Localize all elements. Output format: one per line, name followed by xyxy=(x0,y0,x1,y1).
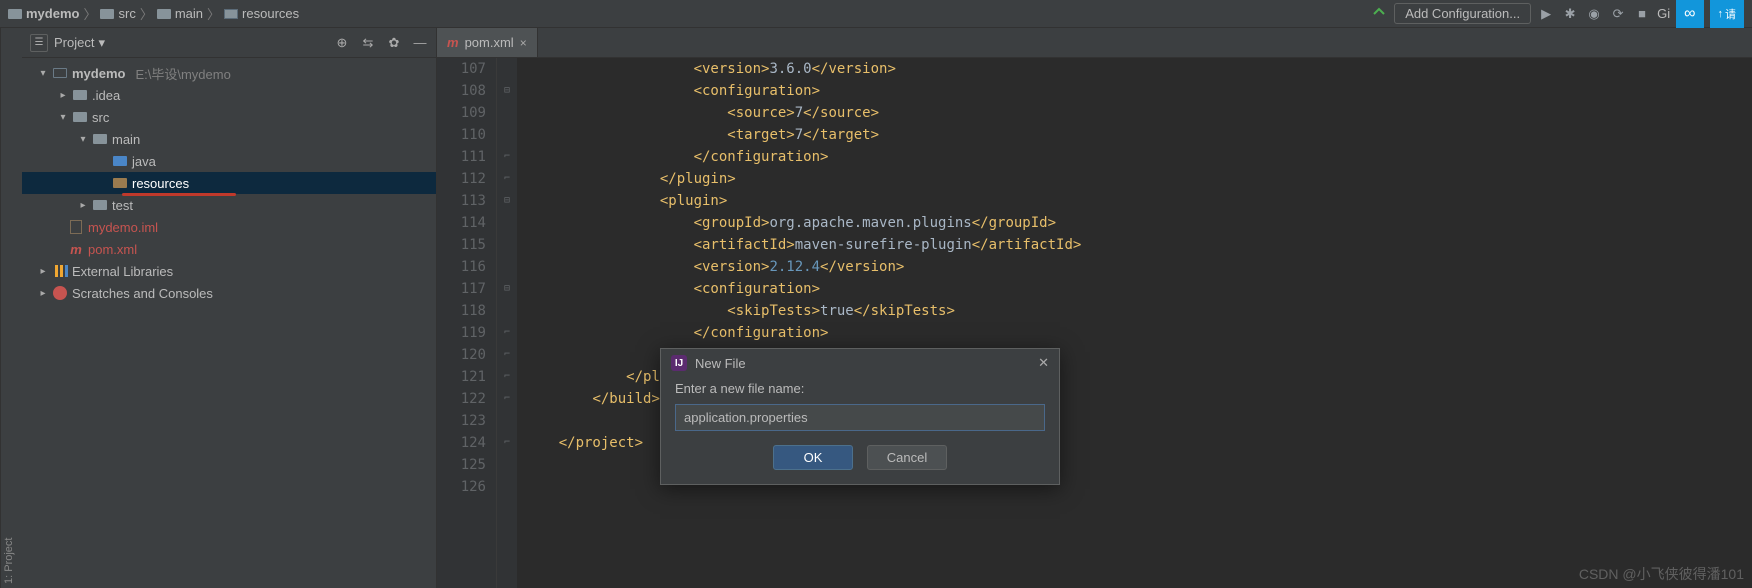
chevron-right-icon[interactable]: ▸ xyxy=(78,200,88,211)
fold-gutter: ⊟⌐⌐⊟⊟⌐⌐⌐⌐⌐ xyxy=(497,58,517,588)
iml-file-icon xyxy=(70,220,82,234)
chevron-right-icon[interactable]: ▸ xyxy=(38,266,48,277)
tree-src[interactable]: ▾ src xyxy=(22,106,436,128)
share-label: ↑ xyxy=(1718,8,1724,20)
share-button[interactable]: ∞ xyxy=(1676,0,1703,29)
tab-label: pom.xml xyxy=(465,35,514,50)
folder-icon xyxy=(73,112,87,122)
dialog-prompt: Enter a new file name: xyxy=(675,381,1045,396)
profile-icon[interactable]: ⟳ xyxy=(1609,5,1627,23)
breadcrumb-src[interactable]: src xyxy=(118,6,135,21)
tree-label: src xyxy=(92,110,109,125)
tree-label: main xyxy=(112,132,140,147)
cancel-button[interactable]: Cancel xyxy=(867,445,947,470)
folder-icon xyxy=(157,9,171,19)
cloud-icon: ∞ xyxy=(1684,5,1695,23)
tree-label: mydemo xyxy=(72,66,125,81)
project-tree[interactable]: ▾ mydemo E:\毕设\mydemo ▸ .idea ▾ src ▾ ma… xyxy=(22,58,436,588)
tree-project-root[interactable]: ▾ mydemo E:\毕设\mydemo xyxy=(22,62,436,84)
coverage-icon[interactable]: ◉ xyxy=(1585,5,1603,23)
tree-iml[interactable]: mydemo.iml xyxy=(22,216,436,238)
source-folder-icon xyxy=(113,156,127,166)
folder-icon xyxy=(73,90,87,100)
chevron-right-icon: 〉 xyxy=(83,4,96,23)
tree-label: java xyxy=(132,154,156,169)
filename-input[interactable] xyxy=(675,404,1045,431)
select-opened-icon[interactable]: ⊕ xyxy=(334,35,350,51)
folder-icon xyxy=(93,134,107,144)
navigation-bar: mydemo 〉 src 〉 main 〉 resources Add Conf… xyxy=(0,0,1752,28)
tree-test[interactable]: ▸ test xyxy=(22,194,436,216)
project-panel-header: ☰ Project ▾ ⊕ ⇆ ✿ — xyxy=(22,28,436,58)
project-tool-tab[interactable]: 1: Project xyxy=(0,28,22,588)
code-content[interactable]: <version>3.6.0</version> <configuration>… xyxy=(517,58,1752,588)
intellij-icon: IJ xyxy=(671,355,687,371)
debug-icon[interactable]: ✱ xyxy=(1561,5,1579,23)
dialog-title: New File xyxy=(695,356,746,371)
chevron-right-icon: 〉 xyxy=(140,4,153,23)
chevron-down-icon[interactable]: ▾ xyxy=(98,35,105,51)
chevron-down-icon[interactable]: ▾ xyxy=(58,112,68,123)
maven-icon: m xyxy=(447,35,459,50)
dialog-titlebar[interactable]: IJ New File ✕ xyxy=(661,349,1059,377)
tree-label: Scratches and Consoles xyxy=(72,286,213,301)
breadcrumb-resources[interactable]: resources xyxy=(242,6,299,21)
hide-icon[interactable]: — xyxy=(412,35,428,51)
project-tool-window: ☰ Project ▾ ⊕ ⇆ ✿ — ▾ mydemo E:\毕设\mydem… xyxy=(22,28,437,588)
tree-label: pom.xml xyxy=(88,242,137,257)
breadcrumb[interactable]: mydemo 〉 src 〉 main 〉 resources xyxy=(8,4,299,23)
tree-java[interactable]: java xyxy=(22,150,436,172)
chevron-down-icon[interactable]: ▾ xyxy=(78,134,88,145)
tree-label: mydemo.iml xyxy=(88,220,158,235)
tree-main[interactable]: ▾ main xyxy=(22,128,436,150)
folder-icon xyxy=(100,9,114,19)
gear-icon[interactable]: ✿ xyxy=(386,35,402,51)
tree-label: test xyxy=(112,198,133,213)
tree-idea[interactable]: ▸ .idea xyxy=(22,84,436,106)
tree-label: External Libraries xyxy=(72,264,173,279)
git-label[interactable]: Gi xyxy=(1657,6,1670,21)
library-icon xyxy=(53,265,67,277)
line-gutter: 1071081091101111121131141151161171181191… xyxy=(437,58,497,588)
run-icon[interactable]: ▶ xyxy=(1537,5,1555,23)
new-file-dialog: IJ New File ✕ Enter a new file name: OK … xyxy=(660,348,1060,485)
folder-icon xyxy=(93,200,107,210)
tree-pom[interactable]: m pom.xml xyxy=(22,238,436,260)
editor-tabs: m pom.xml × xyxy=(437,28,1752,58)
panel-view-icon[interactable]: ☰ xyxy=(30,34,48,52)
tab-pom[interactable]: m pom.xml × xyxy=(437,28,538,57)
code-editor[interactable]: 1071081091101111121131141151161171181191… xyxy=(437,58,1752,588)
chevron-right-icon[interactable]: ▸ xyxy=(38,288,48,299)
resources-folder-icon xyxy=(224,9,238,19)
add-configuration-button[interactable]: Add Configuration... xyxy=(1394,3,1531,24)
watermark: CSDN @小飞侠彼得潘101 xyxy=(1579,564,1744,584)
maven-icon: m xyxy=(68,242,84,256)
close-icon[interactable]: ✕ xyxy=(1038,355,1049,371)
project-icon xyxy=(53,68,67,78)
expand-all-icon[interactable]: ⇆ xyxy=(360,35,376,51)
share-action[interactable]: ↑请 xyxy=(1710,0,1745,28)
resources-folder-icon xyxy=(113,178,127,188)
close-icon[interactable]: × xyxy=(520,36,527,50)
stop-icon[interactable]: ■ xyxy=(1633,5,1651,23)
chevron-right-icon: 〉 xyxy=(207,4,220,23)
tree-label: resources xyxy=(132,176,189,191)
tree-label: .idea xyxy=(92,88,120,103)
build-icon[interactable] xyxy=(1370,5,1388,23)
breadcrumb-main[interactable]: main xyxy=(175,6,203,21)
scratch-icon xyxy=(53,286,67,300)
tree-scratches[interactable]: ▸ Scratches and Consoles xyxy=(22,282,436,304)
tree-external-libraries[interactable]: ▸ External Libraries xyxy=(22,260,436,282)
chevron-right-icon[interactable]: ▸ xyxy=(58,90,68,101)
editor-area: m pom.xml × 1071081091101111121131141151… xyxy=(437,28,1752,588)
breadcrumb-root[interactable]: mydemo xyxy=(26,6,79,21)
tree-path: E:\毕设\mydemo xyxy=(135,64,230,83)
ok-button[interactable]: OK xyxy=(773,445,853,470)
panel-title[interactable]: Project xyxy=(54,35,94,50)
project-icon xyxy=(8,9,22,19)
tree-resources[interactable]: resources xyxy=(22,172,436,194)
chevron-down-icon[interactable]: ▾ xyxy=(38,68,48,79)
